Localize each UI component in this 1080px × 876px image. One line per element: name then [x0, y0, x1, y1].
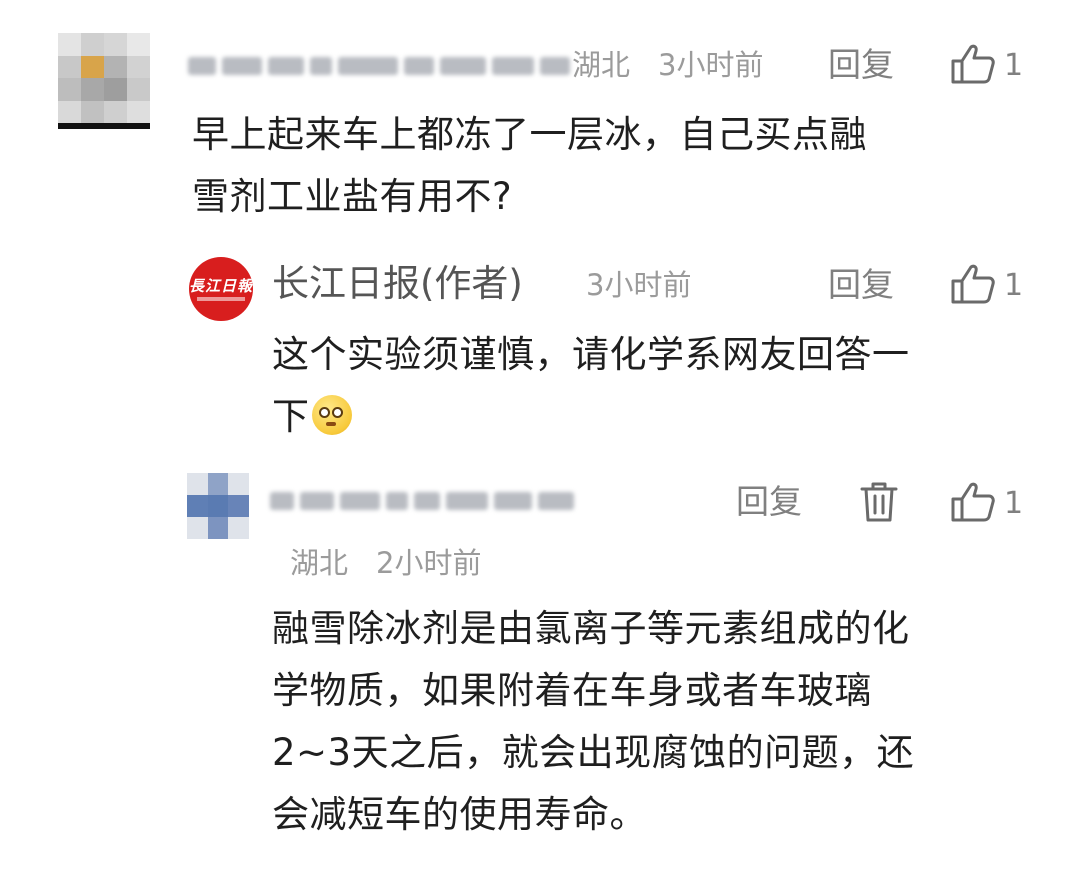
avatar[interactable]: [187, 473, 249, 539]
thumbs-up-icon[interactable]: [950, 263, 996, 305]
comment-text: 早上起来车上都冻了一层冰，自己买点融 雪剂工业盐有用不?: [192, 104, 1052, 228]
trash-icon[interactable]: [858, 480, 900, 524]
author-avatar[interactable]: 長江日報: [189, 257, 253, 321]
comment-text-line: 融雪除冰剂是由氯离子等元素组成的化: [272, 607, 910, 650]
comment-time: 2小时前: [376, 546, 482, 580]
avatar[interactable]: [58, 33, 150, 129]
comment-text-line: 下: [272, 395, 310, 438]
thumbs-up-icon[interactable]: [950, 43, 996, 85]
comment-location: 湖北: [290, 546, 349, 580]
thumbs-up-icon[interactable]: [950, 481, 996, 523]
username-blurred[interactable]: [270, 490, 574, 512]
like-count: 1: [1004, 48, 1024, 83]
reply-button[interactable]: 回复: [736, 482, 802, 522]
comment-text: 融雪除冰剂是由氯离子等元素组成的化 学物质，如果附着在车身或者车玻璃 2~3天之…: [272, 598, 1062, 846]
comment-text-line: 学物质，如果附着在车身或者车玻璃: [272, 669, 872, 712]
comment-text-line: 会减短车的使用寿命。: [272, 793, 647, 836]
comment-location: 湖北: [572, 48, 631, 82]
like-count: 1: [1004, 268, 1024, 303]
like-count: 1: [1004, 486, 1024, 521]
author-name[interactable]: 长江日报(作者): [272, 262, 523, 306]
thinking-emoji-icon: [311, 395, 352, 435]
logo-wordmark: 長江日報: [189, 277, 253, 295]
comment-text-line: 这个实验须谨慎，请化学系网友回答一: [272, 333, 910, 376]
comment-text-line: 雪剂工业盐有用不?: [192, 175, 513, 218]
comment-text-line: 早上起来车上都冻了一层冰，自己买点融: [192, 113, 867, 156]
username-blurred[interactable]: [188, 55, 570, 77]
reply-button[interactable]: 回复: [828, 45, 894, 85]
comment-time: 3小时前: [586, 268, 692, 302]
comment-text-line: 2~3天之后，就会出现腐蚀的问题，还: [272, 731, 915, 774]
comment-time: 3小时前: [658, 48, 764, 82]
comment-text: 这个实验须谨慎，请化学系网友回答一 下: [272, 324, 1052, 448]
reply-button[interactable]: 回复: [828, 265, 894, 305]
